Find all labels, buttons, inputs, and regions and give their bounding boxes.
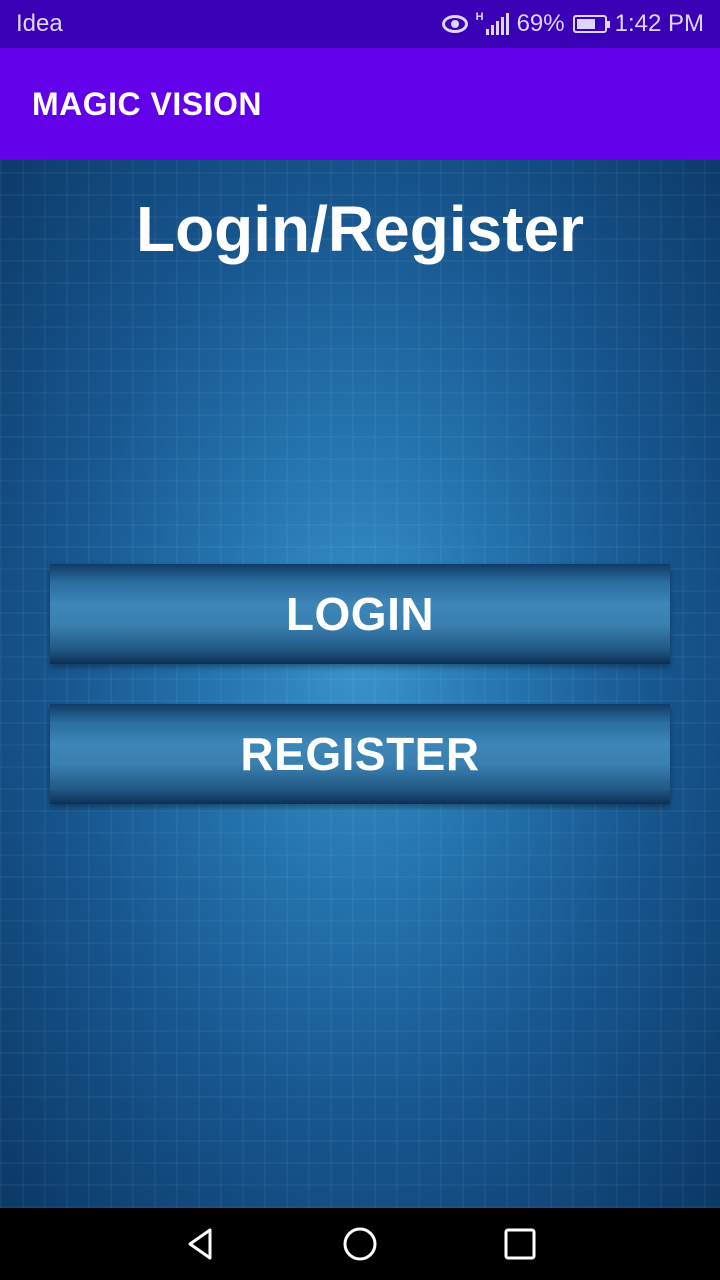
eye-icon	[441, 15, 468, 33]
register-button[interactable]: REGISTER	[50, 704, 670, 804]
status-bar: Idea H 69% 1:42 PM	[0, 0, 720, 48]
home-icon[interactable]	[342, 1226, 378, 1262]
battery-fill	[576, 19, 595, 29]
app-bar: MAGIC VISION	[0, 48, 720, 160]
login-button[interactable]: LOGIN	[50, 564, 670, 664]
screen: Idea H 69% 1:42 PM MAGIC VISION Login/Re…	[0, 0, 720, 1280]
page-title: Login/Register	[135, 193, 585, 265]
battery-icon	[572, 15, 610, 33]
app-title: MAGIC VISION	[32, 85, 263, 122]
status-icons: H 69% 1:42 PM	[441, 10, 704, 38]
network-type: H	[475, 11, 484, 23]
navigation-bar	[0, 1208, 720, 1280]
clock: 1:42 PM	[614, 10, 704, 37]
back-icon[interactable]	[182, 1226, 218, 1262]
carrier-name: Idea	[16, 10, 63, 37]
signal-icon: H	[475, 11, 509, 35]
recents-icon[interactable]	[502, 1226, 538, 1262]
main-content: Login/Register LOGIN REGISTER	[0, 160, 720, 1208]
battery-percent: 69%	[516, 10, 565, 37]
